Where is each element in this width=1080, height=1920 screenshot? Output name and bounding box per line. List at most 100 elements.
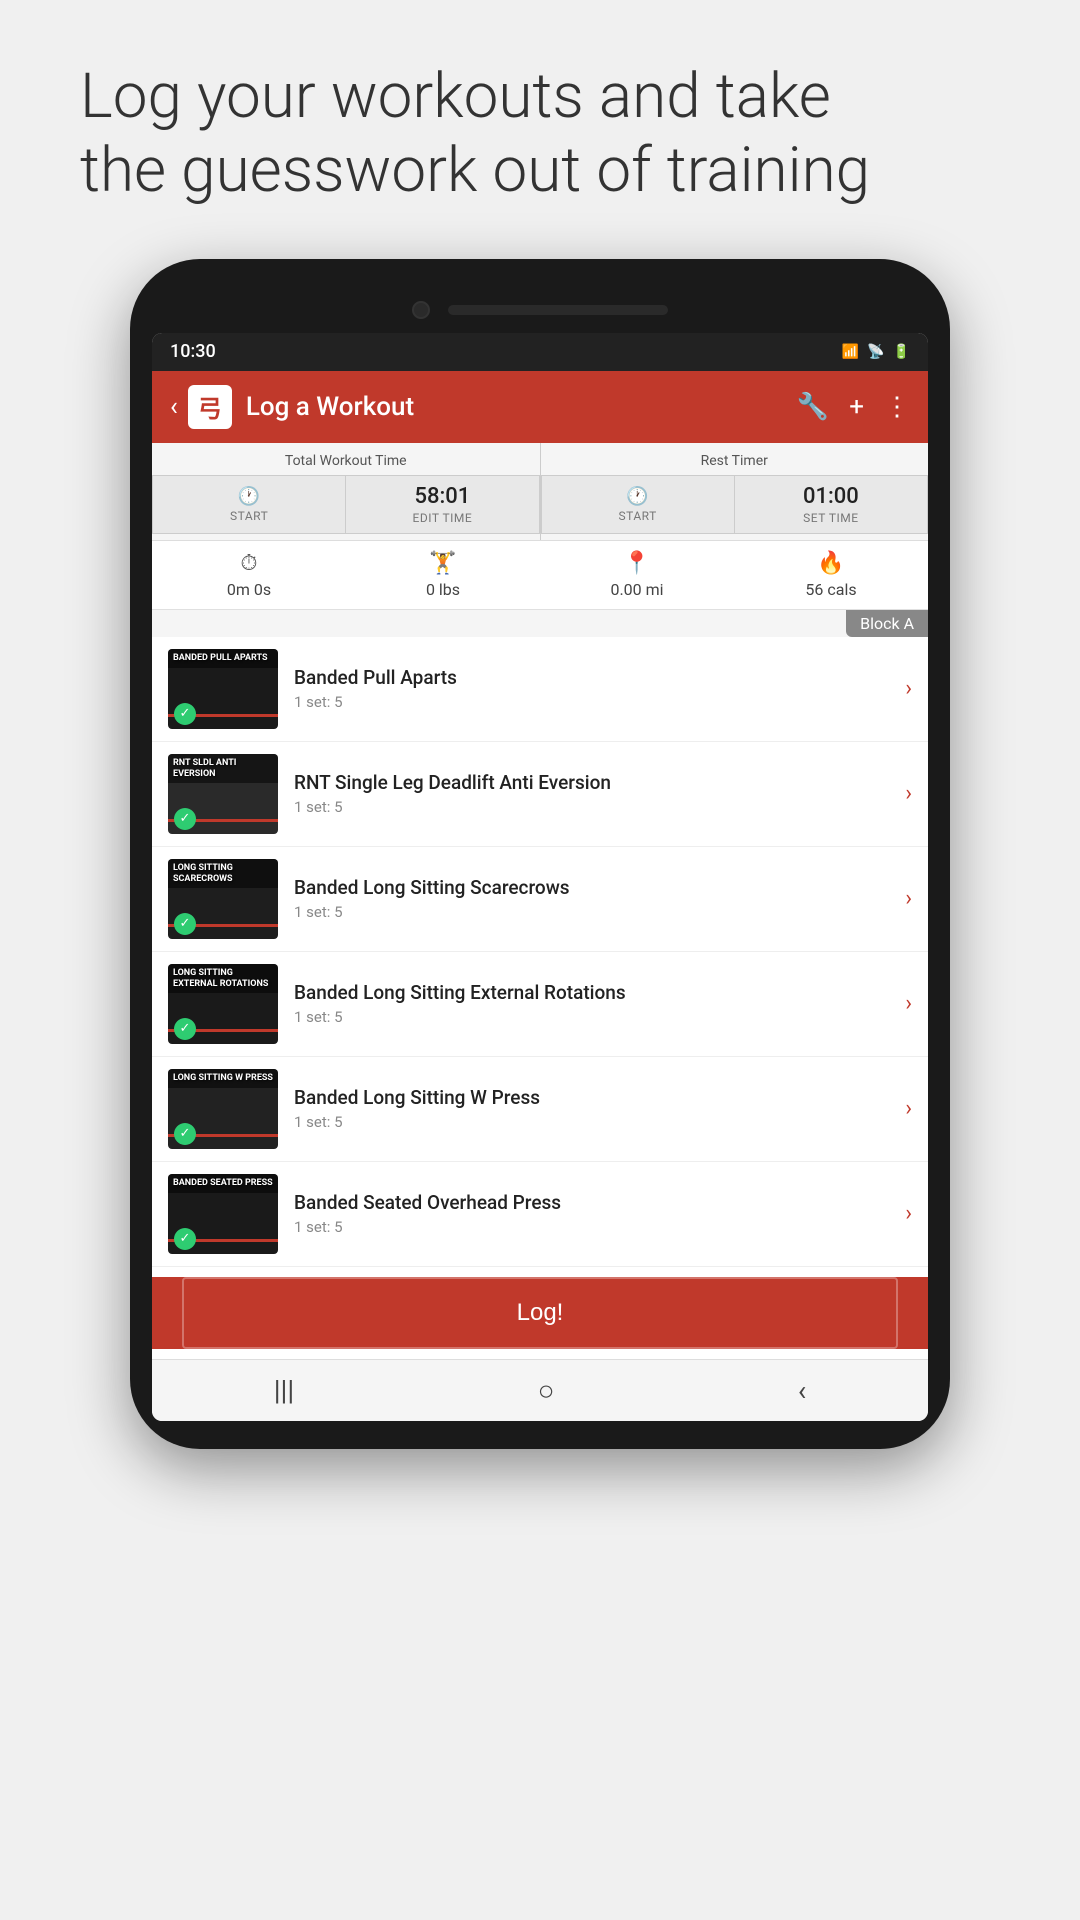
weight-icon: 🏋 xyxy=(429,551,456,576)
stat-time: ⏱ 0m 0s xyxy=(152,551,346,599)
page-title: Log a Workout xyxy=(246,392,797,422)
status-bar: 10:30 📶 📡 🔋 xyxy=(152,333,928,371)
tagline-line2: the guesswork out of training xyxy=(80,134,870,207)
fire-icon: 🔥 xyxy=(817,551,844,576)
exercise-info: RNT Single Leg Deadlift Anti Eversion 1 … xyxy=(294,771,895,816)
location-icon: 📍 xyxy=(623,551,650,576)
exercise-thumbnail: LONG SITTING EXTERNAL ROTATIONS ✓ xyxy=(168,964,278,1044)
camera xyxy=(412,301,430,319)
stat-weight: 🏋 0 lbs xyxy=(346,551,540,599)
thumb-text: BANDED PULL APARTS xyxy=(168,649,278,668)
exercise-name: Banded Pull Aparts xyxy=(294,666,895,689)
rest-time-value: 01:00 xyxy=(803,484,859,509)
check-icon: ✓ xyxy=(174,1228,196,1250)
thumb-text: BANDED SEATED PRESS xyxy=(168,1174,278,1193)
exercise-item[interactable]: BANDED SEATED PRESS ✓ Banded Seated Over… xyxy=(152,1162,928,1267)
stats-bar: ⏱ 0m 0s 🏋 0 lbs 📍 0.00 mi 🔥 56 cals xyxy=(152,541,928,610)
total-timer-buttons: 🕐 START 58:01 EDIT TIME xyxy=(152,475,540,534)
exercise-info: Banded Seated Overhead Press 1 set: 5 xyxy=(294,1191,895,1236)
thumb-text: LONG SITTING W PRESS xyxy=(168,1069,278,1088)
nav-menu-button[interactable]: ||| xyxy=(274,1374,295,1407)
exercise-name: Banded Long Sitting Scarecrows xyxy=(294,876,895,899)
start-label: START xyxy=(230,509,268,523)
timer-bar: Total Workout Time 🕐 START 58:01 EDIT TI… xyxy=(152,443,928,541)
exercise-thumbnail: BANDED PULL APARTS ✓ xyxy=(168,649,278,729)
exercise-sets: 1 set: 5 xyxy=(294,693,895,711)
block-header: Block A xyxy=(152,610,928,637)
log-button-bar: Log! xyxy=(152,1277,928,1349)
chevron-right-icon: › xyxy=(905,886,912,911)
header-actions: 🔧 + ⋮ xyxy=(797,392,910,422)
thumb-text: RNT SLDL ANTI EVERSION xyxy=(168,754,278,784)
calories-value: 56 cals xyxy=(805,580,856,599)
exercise-thumbnail: LONG SITTING SCARECROWS ✓ xyxy=(168,859,278,939)
exercise-thumbnail: RNT SLDL ANTI EVERSION ✓ xyxy=(168,754,278,834)
exercise-sets: 1 set: 5 xyxy=(294,798,895,816)
exercise-info: Banded Long Sitting W Press 1 set: 5 xyxy=(294,1086,895,1131)
log-button[interactable]: Log! xyxy=(182,1277,898,1349)
chevron-right-icon: › xyxy=(905,676,912,701)
status-time: 10:30 xyxy=(170,341,216,362)
thumb-text: LONG SITTING EXTERNAL ROTATIONS xyxy=(168,964,278,994)
nav-back-button[interactable]: ‹ xyxy=(798,1374,806,1407)
add-icon[interactable]: + xyxy=(849,392,864,422)
time-value: 0m 0s xyxy=(227,580,271,599)
rest-start-button[interactable]: 🕐 START xyxy=(541,475,734,534)
total-start-button[interactable]: 🕐 START xyxy=(152,475,345,534)
wifi-icon: 📡 xyxy=(867,344,884,360)
exercise-name: Banded Seated Overhead Press xyxy=(294,1191,895,1214)
distance-value: 0.00 mi xyxy=(610,580,663,599)
app-header: ‹ 弓 Log a Workout 🔧 + ⋮ xyxy=(152,371,928,443)
exercise-info: Banded Pull Aparts 1 set: 5 xyxy=(294,666,895,711)
exercise-item[interactable]: BANDED PULL APARTS ✓ Banded Pull Aparts … xyxy=(152,637,928,742)
exercise-item[interactable]: RNT SLDL ANTI EVERSION ✓ RNT Single Leg … xyxy=(152,742,928,847)
check-icon: ✓ xyxy=(174,1123,196,1145)
rest-timer-label: Rest Timer xyxy=(701,453,768,469)
weight-value: 0 lbs xyxy=(426,580,460,599)
stat-distance: 📍 0.00 mi xyxy=(540,551,734,599)
rest-start-label: START xyxy=(619,509,657,523)
back-button[interactable]: ‹ xyxy=(170,392,178,422)
signal-icon: 📶 xyxy=(842,344,859,360)
exercise-sets: 1 set: 5 xyxy=(294,1218,895,1236)
rest-clock-icon: 🕐 xyxy=(626,486,648,507)
exercise-info: Banded Long Sitting External Rotations 1… xyxy=(294,981,895,1026)
nav-home-button[interactable]: ○ xyxy=(538,1374,555,1407)
exercise-thumbnail: BANDED SEATED PRESS ✓ xyxy=(168,1174,278,1254)
tagline-line1: Log your workouts and take xyxy=(80,60,831,133)
stat-calories: 🔥 56 cals xyxy=(734,551,928,599)
check-icon: ✓ xyxy=(174,913,196,935)
rest-timer: Rest Timer 🕐 START 01:00 SET TIME xyxy=(541,443,929,540)
phone-screen: 10:30 📶 📡 🔋 ‹ 弓 Log a Workout 🔧 + ⋮ xyxy=(152,333,928,1421)
thumb-text: LONG SITTING SCARECROWS xyxy=(168,859,278,889)
app-logo: 弓 xyxy=(188,385,232,429)
set-time-label: SET TIME xyxy=(803,511,858,525)
total-workout-timer: Total Workout Time 🕐 START 58:01 EDIT TI… xyxy=(152,443,540,540)
check-icon: ✓ xyxy=(174,703,196,725)
exercise-item[interactable]: LONG SITTING EXTERNAL ROTATIONS ✓ Banded… xyxy=(152,952,928,1057)
check-icon: ✓ xyxy=(174,1018,196,1040)
more-icon[interactable]: ⋮ xyxy=(884,392,910,422)
chevron-right-icon: › xyxy=(905,781,912,806)
edit-time-label: EDIT TIME xyxy=(413,511,473,525)
rest-timer-buttons: 🕐 START 01:00 SET TIME xyxy=(541,475,929,534)
set-time-button[interactable]: 01:00 SET TIME xyxy=(734,475,928,534)
battery-icon: 🔋 xyxy=(893,344,910,360)
exercise-item[interactable]: LONG SITTING W PRESS ✓ Banded Long Sitti… xyxy=(152,1057,928,1162)
chevron-right-icon: › xyxy=(905,1096,912,1121)
status-icons: 📶 📡 🔋 xyxy=(842,344,910,360)
chevron-right-icon: › xyxy=(905,991,912,1016)
total-time-value: 58:01 xyxy=(414,484,470,509)
exercise-name: RNT Single Leg Deadlift Anti Eversion xyxy=(294,771,895,794)
exercise-sets: 1 set: 5 xyxy=(294,1113,895,1131)
wrench-icon[interactable]: 🔧 xyxy=(797,392,829,422)
edit-time-button[interactable]: 58:01 EDIT TIME xyxy=(345,475,539,534)
stopwatch-icon: ⏱ xyxy=(240,551,257,576)
block-badge: Block A xyxy=(846,610,928,637)
exercise-thumbnail: LONG SITTING W PRESS ✓ xyxy=(168,1069,278,1149)
total-timer-label: Total Workout Time xyxy=(285,453,407,469)
logo-symbol: 弓 xyxy=(198,389,222,424)
phone-frame: 10:30 📶 📡 🔋 ‹ 弓 Log a Workout 🔧 + ⋮ xyxy=(130,259,950,1449)
exercise-list: BANDED PULL APARTS ✓ Banded Pull Aparts … xyxy=(152,637,928,1267)
exercise-item[interactable]: LONG SITTING SCARECROWS ✓ Banded Long Si… xyxy=(152,847,928,952)
